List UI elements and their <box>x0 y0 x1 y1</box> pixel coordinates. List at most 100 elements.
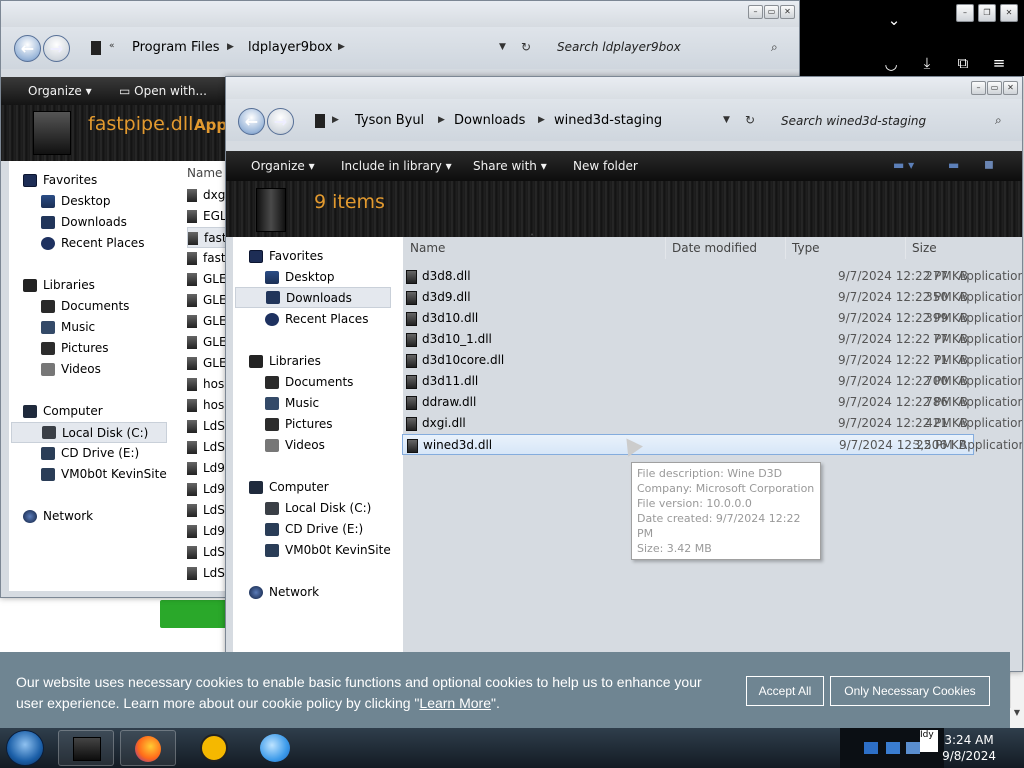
menu-icon[interactable]: ≡ <box>990 55 1008 71</box>
close-button[interactable]: ✕ <box>1000 4 1018 22</box>
nav-music[interactable]: Music <box>41 320 95 334</box>
maximize-button[interactable]: ▭ <box>987 81 1002 95</box>
tray-icon[interactable] <box>886 742 900 754</box>
list-item[interactable]: GLE <box>187 311 227 332</box>
close-button[interactable]: ✕ <box>780 5 795 19</box>
breadcrumb-separator-icon[interactable]: ▶ <box>438 115 445 125</box>
list-item[interactable]: Ld9 <box>187 479 225 500</box>
list-item[interactable]: hos <box>187 395 224 416</box>
tray-icon[interactable] <box>864 742 878 754</box>
preview-pane-icon[interactable]: ▬ <box>948 158 959 172</box>
forward-button[interactable]: → <box>43 35 70 62</box>
back-button[interactable]: ← <box>14 35 41 62</box>
list-item[interactable]: LdS <box>187 416 225 437</box>
nav-cd-drive[interactable]: CD Drive (E:) <box>41 446 139 460</box>
close-button[interactable]: ✕ <box>1003 81 1018 95</box>
organize-menu[interactable]: Organize ▾ <box>251 159 315 173</box>
list-item[interactable]: Ld9 <box>187 521 225 542</box>
list-item[interactable]: GLE <box>187 353 227 374</box>
search-icon[interactable]: ⌕ <box>995 113 1002 128</box>
list-item[interactable]: fast <box>187 227 229 248</box>
column-header-type[interactable]: Type <box>786 237 906 259</box>
list-item[interactable]: GLE <box>187 269 227 290</box>
list-item[interactable]: EGL <box>187 206 227 227</box>
pocket-icon[interactable]: ◡ <box>882 56 900 72</box>
table-row[interactable]: dxgi.dll9/7/2024 12:22 PMApplication ext… <box>402 413 1022 434</box>
view-options-icon[interactable]: ▬ ▾ <box>893 158 914 172</box>
nav-videos[interactable]: Videos <box>41 362 101 376</box>
table-row[interactable]: d3d10core.dll 9/7/2024 12:22 PM Applicatio… <box>402 350 1022 371</box>
list-item[interactable]: Ld9 <box>187 458 225 479</box>
breadcrumb-separator-icon[interactable]: ▶ <box>332 115 339 125</box>
nav-network[interactable]: Network <box>23 509 93 523</box>
nav-pictures[interactable]: Pictures <box>41 341 109 355</box>
breadcrumb-separator-icon[interactable]: ▶ <box>538 115 545 125</box>
tray-icon[interactable] <box>906 742 920 754</box>
taskbar-firefox[interactable] <box>120 730 176 766</box>
start-button[interactable] <box>6 730 44 766</box>
refresh-icon[interactable]: ↻ <box>745 113 755 127</box>
open-with-menu[interactable]: ▭ Open with... <box>119 84 207 98</box>
minimize-button[interactable]: – <box>971 81 986 95</box>
nav-documents[interactable]: Documents <box>41 299 129 313</box>
learn-more-link[interactable]: Learn More <box>419 695 491 711</box>
chevron-down-icon[interactable]: ⌄ <box>885 12 903 28</box>
column-header-name[interactable]: Name <box>187 166 222 180</box>
download-icon[interactable]: ⤓ <box>918 55 936 71</box>
only-necessary-cookies-button[interactable]: Only Necessary Cookies <box>830 676 990 706</box>
breadcrumb-separator-icon[interactable]: ▶ <box>338 42 345 52</box>
address-dropdown-icon[interactable]: ▼ <box>723 115 730 125</box>
nav-desktop[interactable]: Desktop <box>41 194 111 208</box>
maximize-button[interactable]: ❐ <box>978 4 996 22</box>
nav-local-disk[interactable]: Local Disk (C:) <box>11 422 167 443</box>
nav-recent-places[interactable]: Recent Places <box>41 236 144 250</box>
table-row[interactable]: d3d11.dll9/7/2024 12:22 PMApplication ex… <box>402 371 1022 392</box>
nav-vm-share[interactable]: VM0b0t KevinSite <box>41 467 167 481</box>
edge-icon[interactable] <box>260 734 290 762</box>
minimize-button[interactable]: – <box>748 5 763 19</box>
search-icon[interactable]: ⌕ <box>771 40 778 55</box>
breadcrumb-program-files[interactable]: Program Files <box>132 40 220 55</box>
table-row[interactable]: ddraw.dll9/7/2024 12:22 PMApplication ex… <box>402 392 1022 413</box>
maximize-button[interactable]: ▭ <box>764 5 779 19</box>
forward-button[interactable]: → <box>267 108 294 135</box>
list-item[interactable]: LdS <box>187 563 225 584</box>
breadcrumb-overflow-icon[interactable]: « <box>109 41 115 51</box>
address-dropdown-icon[interactable]: ▼ <box>499 42 506 52</box>
breadcrumb-downloads[interactable]: Downloads <box>454 113 525 128</box>
clock[interactable]: 3:24 AM 9/8/2024 <box>942 732 996 764</box>
tray-window-thumb[interactable]: Idy <box>920 730 938 752</box>
column-header-name[interactable]: Name <box>404 237 666 259</box>
organize-menu[interactable]: Organize ▾ <box>28 84 92 98</box>
list-item[interactable]: LdS <box>187 437 225 458</box>
list-item[interactable]: GLE <box>187 332 227 353</box>
extensions-icon[interactable]: ⧉ <box>954 55 972 71</box>
new-folder-button[interactable]: New folder <box>573 159 638 173</box>
column-header-date[interactable]: Date modified <box>666 237 786 259</box>
list-item[interactable]: GLE <box>187 290 227 311</box>
table-row[interactable]: d3d10.dll9/7/2024 12:22 PMApplication ex… <box>402 308 1022 329</box>
list-item[interactable]: fast <box>187 248 226 269</box>
search-input[interactable]: Search wined3d-staging <box>781 114 926 128</box>
share-with-menu[interactable]: Share with ▾ <box>473 159 547 173</box>
breadcrumb-separator-icon[interactable]: ▶ <box>227 42 234 52</box>
include-in-library-menu[interactable]: Include in library ▾ <box>341 159 452 173</box>
list-item[interactable]: LdS <box>187 542 225 563</box>
page-green-button[interactable] <box>160 600 230 628</box>
scroll-down-icon[interactable]: ▼ <box>1010 708 1024 728</box>
list-item[interactable]: dxg <box>187 185 225 206</box>
table-row[interactable]: wined3d.dll 9/7/2024 12:22 PM Application … <box>402 434 1022 455</box>
nav-favorites[interactable]: Favorites <box>23 173 97 187</box>
table-row[interactable]: d3d8.dll9/7/2024 12:22 PMApplication ext… <box>402 266 1022 287</box>
table-row[interactable]: d3d9.dll9/7/2024 12:22 PMApplication ext… <box>402 287 1022 308</box>
list-item[interactable]: hos <box>187 374 224 395</box>
nav-libraries[interactable]: Libraries <box>23 278 95 292</box>
ldplayer-icon[interactable] <box>200 734 228 762</box>
breadcrumb-ldplayer9box[interactable]: ldplayer9box <box>248 40 333 55</box>
refresh-icon[interactable]: ↻ <box>521 40 531 54</box>
back-button[interactable]: ← <box>238 108 265 135</box>
column-header-size[interactable]: Size <box>906 237 986 259</box>
nav-downloads[interactable]: Downloads <box>41 215 127 229</box>
minimize-button[interactable]: – <box>956 4 974 22</box>
breadcrumb-user[interactable]: Tyson Byul <box>355 113 424 128</box>
